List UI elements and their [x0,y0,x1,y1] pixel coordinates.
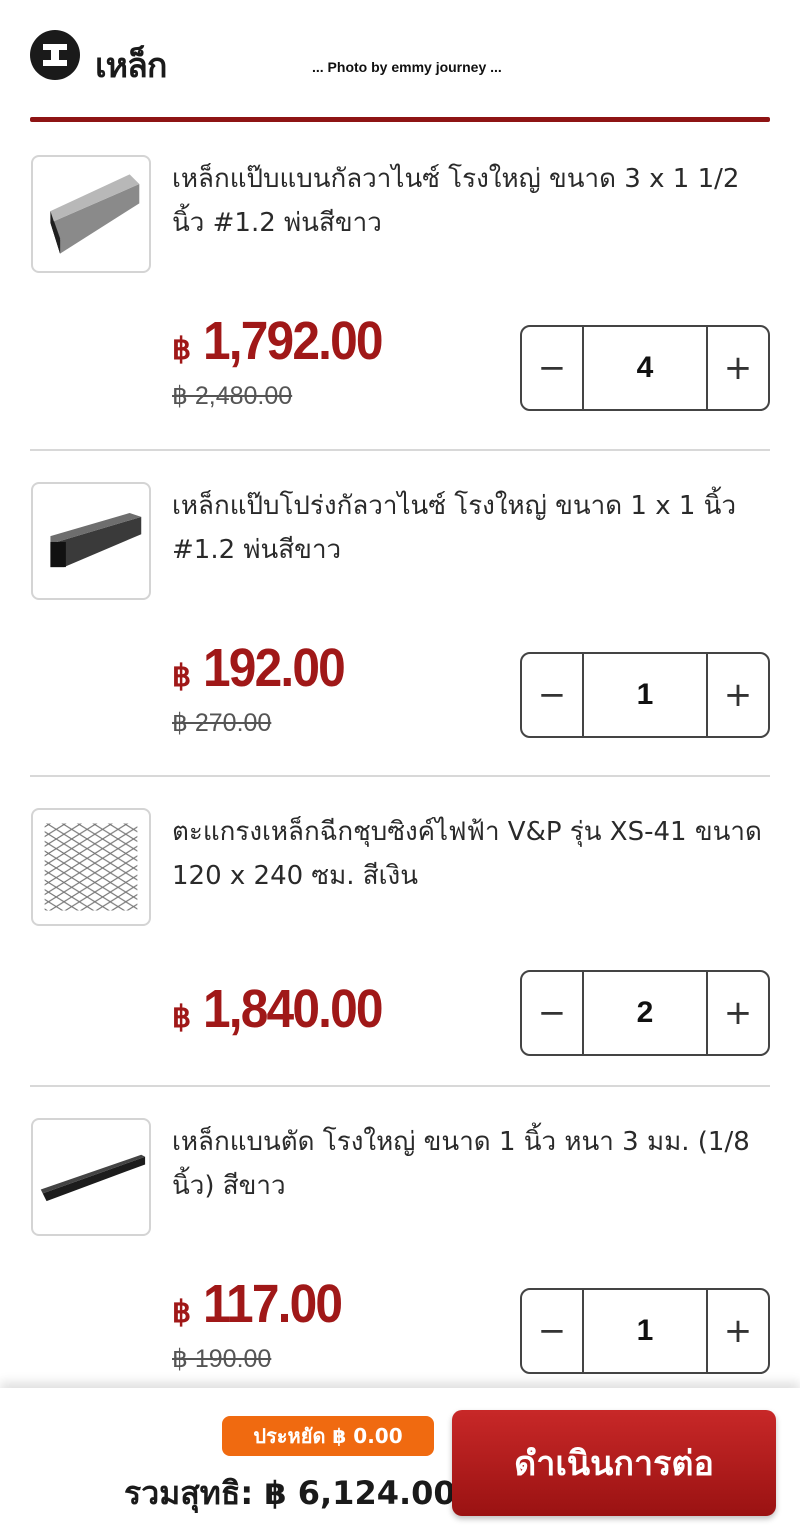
quantity-stepper: − 4 + [520,325,770,411]
price-value: 192.00 [203,638,346,698]
decrease-quantity-button[interactable]: − [522,654,584,736]
quantity-stepper: − 1 + [520,1288,770,1374]
decrease-quantity-button[interactable]: − [522,327,584,409]
quantity-value[interactable]: 2 [584,972,706,1054]
product-name[interactable]: ตะแกรงเหล็กฉีกชุบซิงค์ไฟฟ้า V&P รุ่น XS-… [172,810,772,898]
original-price: ฿ 190.00 [172,1345,272,1373]
currency-symbol: ฿ [172,1001,192,1034]
increase-quantity-button[interactable]: + [706,327,768,409]
quantity-value[interactable]: 1 [584,1290,706,1372]
product-name[interactable]: เหล็กแป๊บแบนกัลวาไนซ์ โรงใหญ่ ขนาด 3 x 1… [172,157,772,245]
checkout-button[interactable]: ดำเนินการต่อ [452,1410,776,1516]
price-value: 1,792.00 [203,311,384,371]
currency-symbol: ฿ [172,1296,192,1329]
product-price: ฿ 117.00 [172,1273,353,1335]
item-divider [30,775,770,777]
quantity-stepper: − 1 + [520,652,770,738]
price-value: 117.00 [203,1274,343,1334]
quantity-stepper: − 2 + [520,970,770,1056]
quantity-value[interactable]: 4 [584,327,706,409]
checkout-bar: ประหยัด ฿ 0.00 รวมสุทธิ: ฿ 6,124.00 ดำเน… [0,1388,800,1536]
currency-symbol: ฿ [172,660,192,693]
flat-bar-image[interactable] [31,1118,151,1236]
original-price: ฿ 2,480.00 [172,382,293,410]
price-value: 1,840.00 [203,979,384,1039]
product-price: ฿ 192.00 [172,637,356,699]
product-price: ฿ 1,840.00 [172,978,397,1040]
decrease-quantity-button[interactable]: − [522,972,584,1054]
savings-badge: ประหยัด ฿ 0.00 [222,1416,434,1456]
quantity-value[interactable]: 1 [584,654,706,736]
steel-beam-icon [30,30,80,80]
increase-quantity-button[interactable]: + [706,972,768,1054]
header: เหล็ก ... Photo by emmy journey ... [0,0,800,124]
increase-quantity-button[interactable]: + [706,654,768,736]
currency-symbol: ฿ [172,333,192,366]
item-divider [30,449,770,451]
page-title: เหล็ก [95,46,167,86]
expanded-metal-mesh-image[interactable] [31,808,151,926]
decrease-quantity-button[interactable]: − [522,1290,584,1372]
original-price: ฿ 270.00 [172,709,272,737]
rectangular-tube-image[interactable] [31,155,151,273]
total-amount: รวมสุทธิ: ฿ 6,124.00 [124,1474,456,1512]
increase-quantity-button[interactable]: + [706,1290,768,1372]
header-divider [30,117,770,122]
photo-credit: ... Photo by emmy journey ... [312,59,502,75]
product-price: ฿ 1,792.00 [172,310,397,372]
product-name[interactable]: เหล็กแบนตัด โรงใหญ่ ขนาด 1 นิ้ว หนา 3 มม… [172,1120,772,1208]
product-name[interactable]: เหล็กแป๊บโปร่งกัลวาไนซ์ โรงใหญ่ ขนาด 1 x… [172,484,772,572]
square-tube-image[interactable] [31,482,151,600]
item-divider [30,1085,770,1087]
